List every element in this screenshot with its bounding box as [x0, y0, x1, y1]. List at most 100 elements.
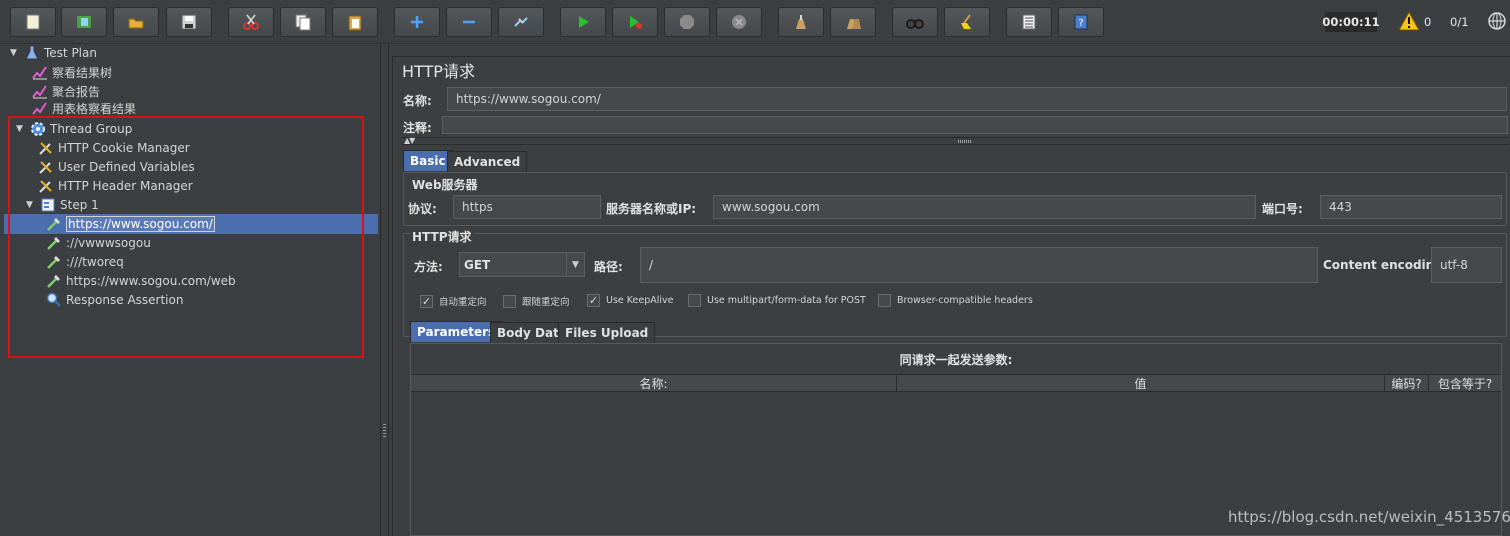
column-header-name[interactable]: 名称: — [411, 375, 897, 392]
broom-icon — [961, 14, 971, 29]
copy-button[interactable] — [280, 7, 326, 37]
help-button[interactable]: ? — [1058, 7, 1104, 37]
split-pane-divider[interactable] — [380, 44, 389, 536]
clear-all-button[interactable] — [830, 7, 876, 37]
web-server-title: Web服务器 — [410, 176, 480, 193]
protocol-label: 协议: — [408, 202, 437, 216]
new-button[interactable] — [10, 7, 56, 37]
expand-button[interactable] — [394, 7, 440, 37]
listener-graph-icon — [32, 85, 47, 99]
paste-icon — [348, 15, 362, 31]
checkbox-label: Use KeepAlive — [606, 295, 674, 306]
clear-button[interactable] — [778, 7, 824, 37]
start-no-pause-button[interactable] — [612, 7, 658, 37]
annotation-highlight-box — [8, 116, 364, 358]
active-threads: 0/1 — [1450, 15, 1469, 29]
templates-icon — [77, 16, 91, 28]
flask-icon — [25, 45, 39, 60]
checkbox-label: Browser-compatible headers — [897, 295, 1033, 306]
panel-title: HTTP请求 — [402, 62, 475, 81]
protocol-field[interactable]: https — [453, 195, 601, 219]
remote-globe-icon[interactable] — [1487, 11, 1507, 31]
shutdown-button[interactable] — [716, 7, 762, 37]
port-label: 端口号: — [1262, 202, 1303, 216]
server-field[interactable]: www.sogou.com — [713, 195, 1256, 219]
checkbox-keepalive[interactable]: ✓ Use KeepAlive — [587, 294, 674, 307]
tab-parameters[interactable]: Parameters — [410, 321, 503, 342]
toggle-button[interactable] — [498, 7, 544, 37]
splitter-grip[interactable] — [958, 140, 972, 143]
checkbox-browser-compatible[interactable]: Browser-compatible headers — [878, 294, 1033, 307]
checkbox-checked-icon[interactable]: ✓ — [587, 294, 600, 307]
reset-search-button[interactable] — [944, 7, 990, 37]
start-button[interactable] — [560, 7, 606, 37]
tree-node-aggregate-report[interactable]: 聚合报告 — [32, 82, 100, 100]
checkbox-auto-redirect[interactable]: ✓ 自动重定向 — [420, 294, 487, 308]
checkbox-follow-redirect[interactable]: 跟随重定向 — [503, 294, 570, 308]
cut-icon — [243, 14, 259, 30]
tree-label: 聚合报告 — [52, 84, 101, 99]
checkbox-unchecked-icon[interactable] — [688, 294, 701, 307]
toolbar: ? 00:00:11 0 0/1 — [0, 0, 1510, 44]
save-icon — [181, 14, 197, 30]
checkbox-unchecked-icon[interactable] — [503, 294, 516, 308]
expand-icon — [411, 16, 423, 28]
divider-grip[interactable] — [383, 424, 386, 438]
tree-node-table-results[interactable]: 用表格察看结果 — [32, 101, 136, 115]
listener-graph-icon — [32, 102, 47, 115]
tab-files-upload[interactable]: Files Upload — [558, 322, 656, 343]
checkbox-checked-icon[interactable]: ✓ — [420, 294, 433, 308]
comment-field[interactable] — [442, 116, 1508, 134]
copy-icon — [295, 14, 311, 31]
search-button[interactable] — [892, 7, 938, 37]
templates-button[interactable] — [61, 7, 107, 37]
comment-label: 注释: — [403, 121, 432, 135]
horizontal-splitter[interactable] — [402, 137, 1508, 145]
function-helper-button[interactable] — [1006, 7, 1052, 37]
column-header-encode[interactable]: 编码? — [1385, 375, 1429, 392]
search-icon — [906, 19, 924, 29]
collapse-icon — [463, 20, 475, 24]
checkbox-label: 自动重定向 — [439, 297, 487, 308]
name-field[interactable]: https://www.sogou.com/ — [447, 87, 1507, 111]
tab-advanced[interactable]: Advanced — [447, 151, 528, 172]
jmeter-window: ? 00:00:11 0 0/1 ▼ Test Plan 察看结果树 聚合报告 … — [0, 0, 1510, 536]
elapsed-timer: 00:00:11 — [1322, 12, 1380, 32]
help-icon: ? — [1074, 14, 1088, 30]
open-button[interactable] — [113, 7, 159, 37]
tab-basic[interactable]: Basic — [403, 150, 453, 171]
parameters-caption: 同请求一起发送参数: — [899, 353, 1013, 367]
list-icon — [1022, 14, 1036, 30]
checkbox-unchecked-icon[interactable] — [878, 294, 891, 307]
paste-button[interactable] — [332, 7, 378, 37]
path-field[interactable]: / — [640, 247, 1318, 283]
server-label: 服务器名称或IP: — [606, 202, 697, 216]
watermark-text: https://blog.csdn.net/weixin_45135767 — [1228, 508, 1510, 526]
parameters-table-header: 名称: 值 编码? 包含等于? — [411, 374, 1501, 392]
path-label: 路径: — [594, 260, 623, 274]
tree-node-result-tree[interactable]: 察看结果树 — [32, 63, 112, 81]
warning-icon[interactable] — [1398, 11, 1420, 31]
method-label: 方法: — [414, 260, 443, 274]
tree-node-test-plan[interactable]: ▼ Test Plan — [10, 44, 97, 62]
encoding-label: Content encoding: — [1323, 258, 1448, 272]
listener-graph-icon — [32, 66, 47, 80]
start-icon — [579, 16, 589, 28]
toggle-icon — [514, 17, 528, 27]
chevron-down-icon[interactable]: ▼ — [566, 253, 584, 276]
method-select[interactable]: GET ▼ — [459, 252, 585, 277]
cut-button[interactable] — [228, 7, 274, 37]
checkbox-multipart[interactable]: Use multipart/form-data for POST — [688, 294, 866, 307]
column-header-include-equals[interactable]: 包含等于? — [1429, 375, 1501, 392]
splitter-arrows-icon[interactable]: ▲▼ — [404, 136, 415, 145]
port-field[interactable]: 443 — [1320, 195, 1502, 219]
stop-button[interactable] — [664, 7, 710, 37]
column-header-value[interactable]: 值 — [897, 375, 1385, 392]
warning-count: 0 — [1424, 15, 1432, 29]
expand-arrow-icon[interactable]: ▼ — [10, 48, 20, 58]
method-value: GET — [464, 257, 491, 272]
save-button[interactable] — [166, 7, 212, 37]
collapse-button[interactable] — [446, 7, 492, 37]
open-icon — [128, 18, 144, 29]
encoding-field[interactable]: utf-8 — [1431, 247, 1502, 283]
